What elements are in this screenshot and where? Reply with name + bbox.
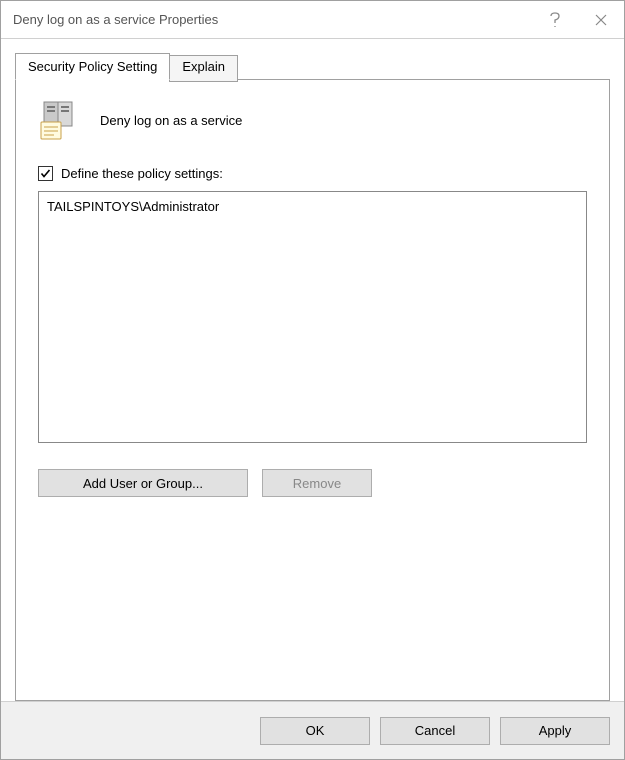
- titlebar: Deny log on as a service Properties: [1, 1, 624, 39]
- panel-button-row: Add User or Group... Remove: [38, 469, 587, 497]
- policy-members-listbox[interactable]: TAILSPINTOYS\Administrator: [38, 191, 587, 443]
- tab-explain[interactable]: Explain: [169, 55, 238, 82]
- ok-button[interactable]: OK: [260, 717, 370, 745]
- help-button[interactable]: [532, 1, 578, 39]
- dialog-button-row: OK Cancel Apply: [1, 701, 624, 759]
- policy-header: Deny log on as a service: [38, 98, 587, 142]
- window-title: Deny log on as a service Properties: [13, 12, 532, 27]
- define-policy-checkbox-row: Define these policy settings:: [38, 166, 587, 181]
- define-policy-label: Define these policy settings:: [61, 166, 223, 181]
- remove-button: Remove: [262, 469, 372, 497]
- apply-button[interactable]: Apply: [500, 717, 610, 745]
- cancel-button[interactable]: Cancel: [380, 717, 490, 745]
- list-item[interactable]: TAILSPINTOYS\Administrator: [47, 198, 578, 215]
- dialog-content: Security Policy Setting Explain Deny: [1, 39, 624, 701]
- add-user-or-group-button[interactable]: Add User or Group...: [38, 469, 248, 497]
- close-button[interactable]: [578, 1, 624, 39]
- policy-title: Deny log on as a service: [100, 113, 242, 128]
- define-policy-checkbox[interactable]: [38, 166, 53, 181]
- tab-security-policy-setting[interactable]: Security Policy Setting: [15, 53, 170, 80]
- policy-icon: [38, 98, 82, 142]
- tab-panel-security: Deny log on as a service Define these po…: [15, 79, 610, 701]
- tab-strip: Security Policy Setting Explain: [15, 53, 610, 80]
